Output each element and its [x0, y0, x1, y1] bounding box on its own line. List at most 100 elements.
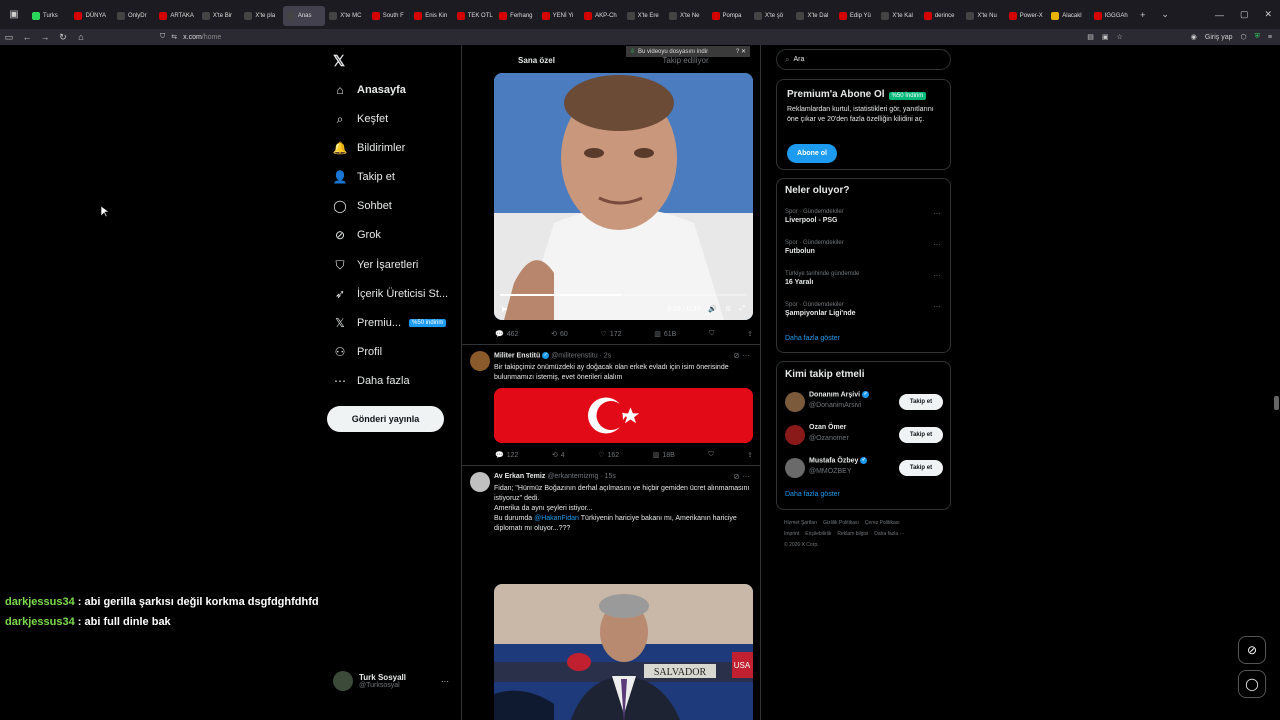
browser-tab[interactable]: derince [920, 6, 962, 26]
tweet-image[interactable] [494, 388, 753, 443]
author-name[interactable]: Av Erkan Temiz [494, 473, 545, 480]
screenshot-icon[interactable]: ▣ [1102, 33, 1109, 41]
more-dots-icon[interactable]: ··· [933, 302, 941, 311]
follow-suggestion[interactable]: Donanım Arşivi ✓ @DonanimArsivi Takip et [785, 391, 943, 413]
footer-link[interactable]: Çerez Politikası [865, 520, 900, 526]
follow-button[interactable]: Takip et [899, 427, 943, 443]
close-window-button[interactable]: ✕ [1256, 9, 1280, 20]
follow-button[interactable]: Takip et [899, 460, 943, 476]
share-icon[interactable]: ⇪ [747, 330, 753, 338]
browser-tab[interactable]: Ferhang [495, 6, 537, 26]
video-player[interactable]: ▶ 0:18 / 0:37 🔊 ⚙ ⤢ [494, 73, 753, 320]
more-dots-icon[interactable]: ··· [742, 351, 750, 360]
browser-tab[interactable]: Edip Yü [835, 6, 877, 26]
nav-item-search[interactable]: ⌕ Keşfet [333, 112, 389, 126]
footer-link[interactable]: Reklam bilgisi [837, 531, 868, 537]
nav-item-more-circle[interactable]: ⋯ Daha fazla [333, 374, 410, 388]
browser-tab[interactable]: Pompa [708, 6, 750, 26]
volume-icon[interactable]: 🔊 [708, 305, 717, 313]
footer-link[interactable]: Imprint [784, 531, 799, 537]
browser-tab[interactable]: X'te Ere [623, 6, 665, 26]
grok-icon[interactable]: ⊘ [733, 472, 740, 481]
account-icon[interactable]: ◉ [1191, 33, 1197, 41]
more-dots-icon[interactable]: ··· [933, 240, 941, 249]
avatar[interactable] [470, 351, 490, 371]
share-icon[interactable]: ⇪ [747, 451, 753, 459]
nav-item-add-user[interactable]: 👤 Takip et [333, 170, 395, 184]
trend-item[interactable]: Spor · Gündemdekiler Liverpool - PSG ··· [785, 209, 943, 224]
browser-tab[interactable]: OnlyDr [113, 6, 155, 26]
grok-fab-button[interactable]: ⊘ [1238, 636, 1266, 664]
browser-tab[interactable]: Turks [28, 6, 70, 26]
reader-view-icon[interactable]: ▤ [1087, 33, 1094, 41]
extensions-icon[interactable]: ⬡ [1241, 33, 1247, 41]
footer-link[interactable]: Gizlilik Politikası [823, 520, 859, 526]
browser-tab[interactable]: X'te Bir [198, 6, 240, 26]
video-download-banner[interactable]: ⇩ Bu videoyu dosyasını indir ? ✕ [626, 46, 750, 57]
scrollbar-thumb[interactable] [1274, 396, 1279, 410]
bookmark-icon[interactable]: ⛉ [708, 451, 713, 459]
new-tab-button[interactable]: + [1132, 10, 1153, 20]
author-name[interactable]: Militer Enstitü [494, 352, 540, 359]
account-switcher[interactable]: Turk Sosyall @Turksosyal ··· [333, 671, 449, 691]
settings-icon[interactable]: ⚙ [725, 305, 731, 313]
tweet-image[interactable]: SALVADOR USA [494, 584, 753, 720]
nav-item-profile[interactable]: ⚇ Profil [333, 345, 382, 359]
menu-icon[interactable]: ≡ [1268, 34, 1272, 41]
tab-overflow-chevron-icon[interactable]: ⌄ [1153, 9, 1177, 20]
repost-button[interactable]: ⟲ 4 [552, 451, 565, 460]
browser-tab[interactable]: X'te Ne [665, 6, 707, 26]
browser-tab[interactable]: Power-X [1005, 6, 1047, 26]
author-handle[interactable]: @erkantemizmg · 15s [547, 473, 616, 480]
mention-link[interactable]: @HakanFidan [534, 515, 579, 522]
avatar[interactable] [785, 425, 805, 445]
post-button[interactable]: Gönderi yayınla [327, 406, 444, 432]
video-progress-bar[interactable] [500, 294, 747, 296]
browser-tab[interactable]: AKP-Ch [580, 6, 622, 26]
browser-tab[interactable]: X'te pla [240, 6, 282, 26]
bookmark-star-icon[interactable]: ☆ [1117, 33, 1123, 41]
avatar[interactable] [470, 472, 490, 492]
avatar[interactable] [785, 392, 805, 412]
close-icon[interactable]: ? ✕ [736, 48, 746, 55]
home-button[interactable]: ⌂ [72, 32, 90, 42]
views-button[interactable]: ▥ 18B [653, 451, 675, 460]
x-logo[interactable]: 𝕏 [333, 52, 345, 70]
sidebar-toggle-icon[interactable]: ▭ [0, 32, 18, 43]
browser-tab[interactable]: TEK OTL [453, 6, 495, 26]
more-dots-icon[interactable]: ··· [933, 271, 941, 280]
play-icon[interactable]: ▶ [502, 305, 507, 313]
follow-suggestion[interactable]: Ozan Ömer @Ozanomer Takip et [785, 424, 943, 446]
show-more-link[interactable]: Daha fazla göster [785, 335, 840, 342]
browser-tab[interactable]: X'te Nu [962, 6, 1004, 26]
shield-icon[interactable]: ⛨ [1255, 33, 1260, 41]
like-button[interactable]: ♡ 162 [598, 451, 619, 460]
tweet[interactable]: Av Erkan Temiz @erkantemizmg · 15s ⊘ ···… [462, 466, 760, 720]
back-button[interactable]: ← [18, 32, 36, 42]
tab-list-icon[interactable]: ▣ [0, 9, 28, 20]
avatar[interactable] [785, 458, 805, 478]
follow-button[interactable]: Takip et [899, 394, 943, 410]
subscribe-button[interactable]: Abone ol [787, 144, 837, 163]
address-bar[interactable]: ⛉ ⇆ x.com/home [160, 29, 221, 45]
forward-button[interactable]: → [36, 32, 54, 42]
more-dots-icon[interactable]: ··· [742, 472, 750, 481]
grok-icon[interactable]: ⊘ [733, 351, 740, 360]
follow-suggestion[interactable]: Mustafa Özbey ✓ @MMOZBEY Takip et [785, 457, 943, 479]
browser-tab[interactable]: X'te MC [325, 6, 367, 26]
login-button[interactable]: Giriş yap [1205, 34, 1233, 41]
tweet[interactable]: Militer Enstitü ✓ @militerenstitu · 2s ⊘… [462, 345, 760, 466]
repost-button[interactable]: ⟲ 60 [551, 330, 568, 339]
browser-tab[interactable]: Alacakl [1047, 6, 1089, 26]
views-button[interactable]: ▥ 61B [654, 330, 676, 339]
footer-link[interactable]: Daha fazla ··· [874, 531, 904, 537]
trend-item[interactable]: Spor · Gündemdekiler Şampiyonlar Ligi'nde… [785, 302, 943, 317]
nav-item-chat[interactable]: ◯ Sohbet [333, 199, 392, 213]
messages-fab-button[interactable]: ◯ [1238, 670, 1266, 698]
browser-tab[interactable]: Enis Kin [410, 6, 452, 26]
nav-item-rocket[interactable]: ➶ İçerik Üreticisi St... [333, 287, 448, 301]
browser-tab[interactable]: ARTAKA [155, 6, 197, 26]
trend-item[interactable]: Spor · Gündemdekiler Futbolun ··· [785, 240, 943, 255]
tab-for-you[interactable]: Sana özel [462, 45, 611, 73]
fullscreen-icon[interactable]: ⤢ [739, 305, 745, 313]
